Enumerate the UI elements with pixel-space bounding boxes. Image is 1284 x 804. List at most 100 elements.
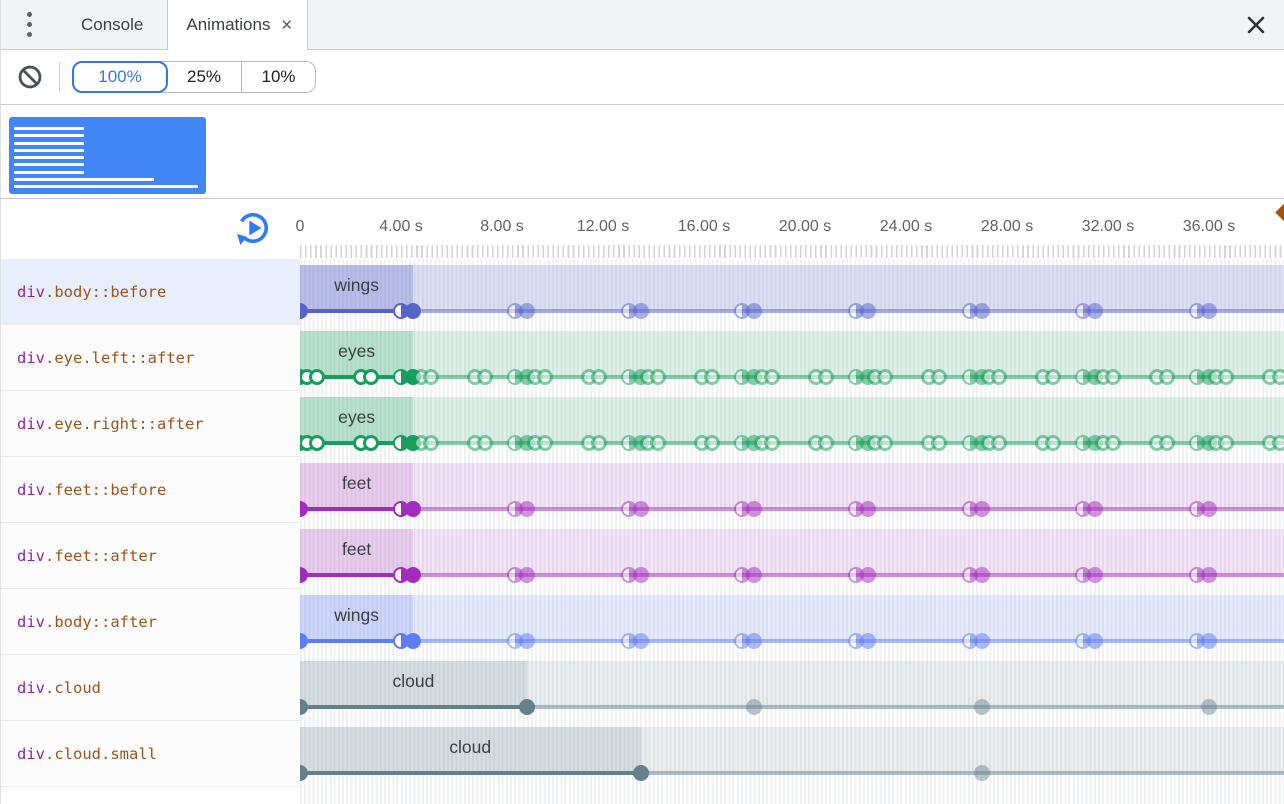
animation-selector[interactable]: div.body::before — [1, 259, 300, 325]
animation-bar-iterations — [413, 265, 1284, 311]
keyframe-dot — [363, 435, 379, 451]
keyframe-dot — [519, 633, 535, 649]
tab-animations[interactable]: Animations ✕ — [167, 0, 308, 50]
keyframe-dot — [1045, 435, 1061, 451]
animation-track[interactable]: feet — [300, 523, 1284, 589]
animation-track[interactable]: wings — [300, 259, 1284, 325]
keyframe-dot — [818, 369, 834, 385]
keyframe-dot — [309, 369, 325, 385]
playback-rate-group: 100% 25% 10% — [72, 61, 316, 93]
animation-track[interactable]: wings — [300, 589, 1284, 655]
keyframe-dot — [633, 567, 649, 583]
preview-line — [14, 171, 84, 174]
animation-row: div.cloud.small cloud — [1, 721, 1284, 787]
animation-track[interactable]: feet — [300, 457, 1284, 523]
keyframe-dot — [423, 369, 439, 385]
keyframe-dot — [1087, 633, 1103, 649]
keyframe-dot — [1272, 369, 1284, 385]
animation-track[interactable]: eyes — [300, 325, 1284, 391]
keyframe-line-first — [300, 771, 641, 775]
animations-toolbar: 100% 25% 10% — [1, 50, 1284, 105]
keyframe-dot — [746, 567, 762, 583]
animation-name: wings — [334, 275, 379, 296]
tab-bar: Console Animations ✕ — [1, 0, 1284, 50]
rate-button-25[interactable]: 25% — [167, 62, 241, 92]
keyframe-dot — [519, 303, 535, 319]
rate-button-10[interactable]: 10% — [241, 62, 315, 92]
keyframe-dot — [877, 435, 893, 451]
animation-selector[interactable]: div.feet::before — [1, 457, 300, 523]
replay-button[interactable] — [235, 210, 271, 246]
keyframe-dot — [974, 567, 990, 583]
animation-track[interactable]: cloud — [300, 721, 1284, 787]
keyframe-dot — [746, 633, 762, 649]
preview-line — [14, 156, 84, 159]
animation-track[interactable]: cloud — [300, 655, 1284, 721]
preview-line — [14, 149, 84, 152]
keyframe-dot — [1218, 369, 1234, 385]
animation-selector[interactable]: div.body::after — [1, 589, 300, 655]
selector-classes: .body::before — [45, 283, 166, 301]
keyframe-dot — [1201, 501, 1217, 517]
keyframe-dot — [1201, 633, 1217, 649]
keyframe-dot — [633, 303, 649, 319]
time-axis-label: 4.00 s — [379, 218, 423, 236]
animation-selector[interactable]: div.eye.right::after — [1, 391, 300, 457]
keyframe-dot — [519, 501, 535, 517]
keyframe-dot — [746, 303, 762, 319]
selector-tag: div — [17, 415, 45, 433]
keyframe-line-rest — [527, 705, 1284, 709]
selector-classes: .cloud — [45, 679, 101, 697]
keyframe-dot — [591, 369, 607, 385]
animation-selector[interactable]: div.feet::after — [1, 523, 300, 589]
keyframe-dot — [650, 435, 666, 451]
animation-selector[interactable]: div.cloud.small — [1, 721, 300, 787]
keyframe-dot — [764, 435, 780, 451]
clear-all-button[interactable] — [7, 57, 53, 97]
tab-animations-label: Animations — [186, 15, 270, 35]
keyframe-dot — [704, 435, 720, 451]
rate-button-100[interactable]: 100% — [72, 61, 168, 93]
animation-bar-iterations — [641, 727, 1284, 773]
keyframe-dot — [931, 369, 947, 385]
close-devtools-button[interactable] — [1228, 0, 1284, 49]
animation-track[interactable]: eyes — [300, 391, 1284, 457]
animation-bar-iterations — [413, 595, 1284, 641]
animation-name: feet — [342, 473, 371, 494]
selector-classes: .cloud.small — [45, 745, 157, 763]
keyframe-dot — [1105, 435, 1121, 451]
animation-selector[interactable]: div.eye.left::after — [1, 325, 300, 391]
selector-classes: .eye.right::after — [45, 415, 204, 433]
animations-panel: Console Animations ✕ 100% 25% 10% — [0, 0, 1284, 804]
tab-console-label: Console — [81, 15, 143, 35]
selector-classes: .eye.left::after — [45, 349, 194, 367]
animation-name: eyes — [338, 407, 375, 428]
keyframe-dot — [1201, 303, 1217, 319]
keyframe-dot — [1045, 369, 1061, 385]
selector-tag: div — [17, 547, 45, 565]
animation-selector[interactable]: div.cloud — [1, 655, 300, 721]
preview-line — [14, 142, 84, 145]
keyframe-dot — [1272, 435, 1284, 451]
animation-row: div.body::before wings — [1, 259, 1284, 325]
tab-console[interactable]: Console — [57, 0, 167, 49]
animation-group-preview[interactable] — [9, 117, 206, 194]
kebab-menu-icon — [27, 12, 32, 37]
more-options-button[interactable] — [1, 0, 57, 49]
tabbar-spacer — [308, 0, 1228, 49]
time-axis-label: 32.00 s — [1082, 218, 1134, 236]
time-axis-label: 16.00 s — [678, 218, 730, 236]
keyframe-dot — [974, 633, 990, 649]
keyframe-line-first — [300, 705, 527, 709]
tab-close-icon[interactable]: ✕ — [280, 18, 293, 33]
selector-classes: .feet::after — [45, 547, 157, 565]
selector-tag: div — [17, 349, 45, 367]
keyframe-dot — [423, 435, 439, 451]
playhead-marker[interactable] — [1275, 203, 1284, 221]
rows-filler — [1, 787, 1284, 804]
toolbar-separator — [59, 62, 60, 92]
time-axis-label: 0 — [296, 218, 305, 236]
animation-name: cloud — [449, 737, 491, 758]
keyframe-dot — [877, 369, 893, 385]
keyframe-dot — [746, 699, 762, 715]
